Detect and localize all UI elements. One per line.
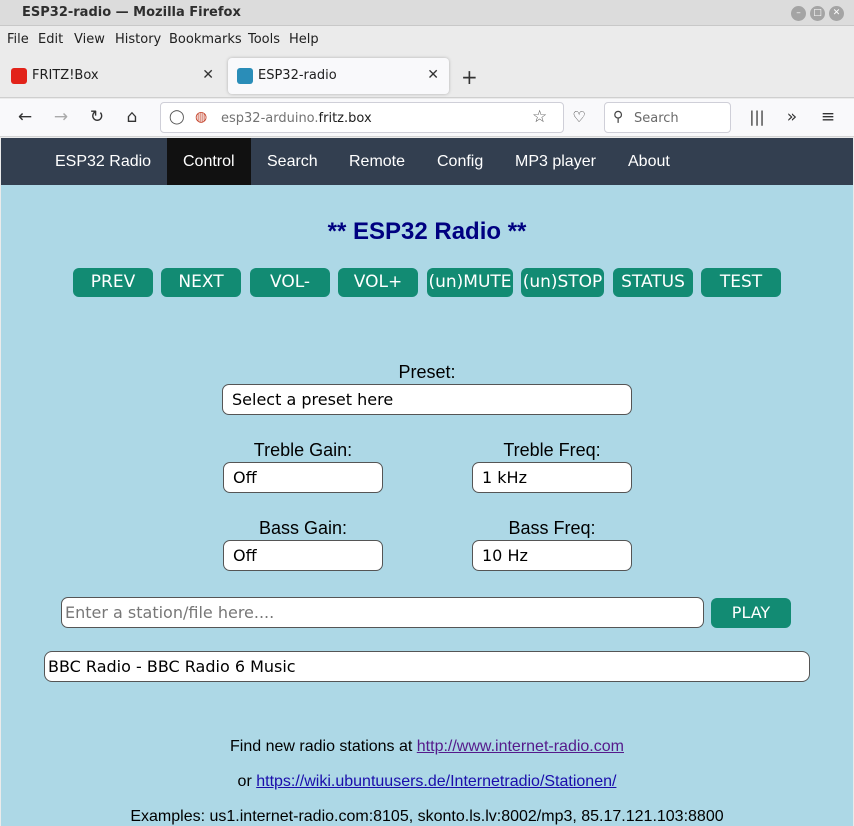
shield-icon[interactable]: ◯ xyxy=(169,109,185,125)
now-playing-field: BBC Radio - BBC Radio 6 Music xyxy=(44,651,810,682)
nav-config[interactable]: Config xyxy=(421,138,499,185)
url-text: esp32-arduino.fritz.box xyxy=(221,111,372,126)
window-title: ESP32-radio — Mozilla Firefox xyxy=(22,5,241,20)
menu-view[interactable]: View xyxy=(74,32,105,47)
url-bar[interactable]: ◯ ◍ esp32-arduino.fritz.box ☆ xyxy=(160,102,564,133)
footer-examples: Examples: us1.internet-radio.com:8105, s… xyxy=(130,808,724,825)
reload-icon[interactable]: ↻ xyxy=(86,107,108,127)
hamburger-menu-icon[interactable]: ≡ xyxy=(817,107,839,127)
footer-text-1: Find new radio stations at xyxy=(230,738,417,755)
close-window-icon[interactable]: ✕ xyxy=(829,6,844,21)
web-page: ESP32 Radio Control Search Remote Config… xyxy=(1,138,853,826)
ubuntuusers-link[interactable]: https://wiki.ubuntuusers.de/Internetradi… xyxy=(256,773,616,790)
menu-file[interactable]: File xyxy=(7,32,29,47)
minimize-icon[interactable]: – xyxy=(791,6,806,21)
back-icon[interactable]: ← xyxy=(14,107,36,127)
vol-down-button[interactable]: VOL- xyxy=(250,268,330,297)
preset-select[interactable]: Select a preset here xyxy=(222,384,632,415)
bass-gain-select[interactable]: Off xyxy=(223,540,383,571)
nav-toolbar: ← → ↻ ⌂ ◯ ◍ esp32-arduino.fritz.box ☆ ♡ … xyxy=(0,99,854,137)
nav-mp3-player[interactable]: MP3 player xyxy=(499,138,612,185)
window-titlebar: ESP32-radio — Mozilla Firefox – □ ✕ xyxy=(0,0,854,26)
preset-label: Preset: xyxy=(398,362,456,382)
test-button[interactable]: TEST xyxy=(701,268,781,297)
footer-line-2: or https://wiki.ubuntuusers.de/Internetr… xyxy=(1,773,853,791)
nav-search[interactable]: Search xyxy=(251,138,334,185)
nav-remote[interactable]: Remote xyxy=(333,138,421,185)
close-tab-icon[interactable]: ✕ xyxy=(427,67,439,83)
bass-freq-select[interactable]: 10 Hz xyxy=(472,540,632,571)
play-button[interactable]: PLAY xyxy=(711,598,791,628)
menu-edit[interactable]: Edit xyxy=(38,32,63,47)
station-input[interactable]: Enter a station/file here.... xyxy=(61,597,704,628)
tab-esp32-radio[interactable]: ESP32-radio ✕ xyxy=(228,58,449,94)
overflow-chevron-icon[interactable]: » xyxy=(781,107,803,127)
nav-about[interactable]: About xyxy=(612,138,686,185)
menu-tools[interactable]: Tools xyxy=(248,32,280,47)
tab-label: FRITZ!Box xyxy=(32,68,99,83)
stop-button[interactable]: (un)STOP xyxy=(521,268,604,297)
bass-gain-label: Bass Gain: xyxy=(258,518,348,538)
bass-freq-label: Bass Freq: xyxy=(508,518,596,538)
internet-radio-link[interactable]: http://www.internet-radio.com xyxy=(417,738,624,755)
menu-bar: File Edit View History Bookmarks Tools H… xyxy=(0,27,854,52)
nav-esp32-radio[interactable]: ESP32 Radio xyxy=(39,138,167,185)
site-nav: ESP32 Radio Control Search Remote Config… xyxy=(1,138,853,185)
search-box[interactable]: ⚲ Search xyxy=(604,102,731,133)
new-tab-icon[interactable]: + xyxy=(461,65,478,89)
menu-history[interactable]: History xyxy=(115,32,161,47)
maximize-icon[interactable]: □ xyxy=(810,6,825,21)
status-button[interactable]: STATUS xyxy=(613,268,693,297)
prev-button[interactable]: PREV xyxy=(73,268,153,297)
menu-help[interactable]: Help xyxy=(289,32,319,47)
tab-fritzbox[interactable]: FRITZ!Box ✕ xyxy=(2,58,224,94)
menu-bookmarks[interactable]: Bookmarks xyxy=(169,32,242,47)
pocket-icon[interactable]: ♡ xyxy=(568,108,590,126)
esp32-favicon-icon xyxy=(237,68,253,84)
tab-label: ESP32-radio xyxy=(258,68,337,83)
library-icon[interactable]: ||| xyxy=(746,108,768,126)
vol-up-button[interactable]: VOL+ xyxy=(338,268,418,297)
search-placeholder: Search xyxy=(634,111,679,126)
search-icon: ⚲ xyxy=(613,109,624,125)
page-title: ** ESP32 Radio ** xyxy=(327,218,527,245)
treble-gain-label: Treble Gain: xyxy=(253,440,353,460)
treble-freq-select[interactable]: 1 kHz xyxy=(472,462,632,493)
treble-gain-select[interactable]: Off xyxy=(223,462,383,493)
close-tab-icon[interactable]: ✕ xyxy=(202,67,214,83)
fritzbox-favicon-icon xyxy=(11,68,27,84)
tab-bar: FRITZ!Box ✕ ESP32-radio ✕ + xyxy=(0,52,854,98)
next-button[interactable]: NEXT xyxy=(161,268,241,297)
home-icon[interactable]: ⌂ xyxy=(121,107,143,127)
footer-line-1: Find new radio stations at http://www.in… xyxy=(1,738,853,756)
mute-button[interactable]: (un)MUTE xyxy=(427,268,513,297)
treble-freq-label: Treble Freq: xyxy=(503,440,601,460)
forward-icon[interactable]: → xyxy=(50,107,72,127)
footer-text-or: or xyxy=(237,773,257,790)
bookmark-star-icon[interactable]: ☆ xyxy=(532,107,547,127)
nav-control[interactable]: Control xyxy=(167,138,251,185)
insecure-lock-icon[interactable]: ◍ xyxy=(195,109,207,125)
